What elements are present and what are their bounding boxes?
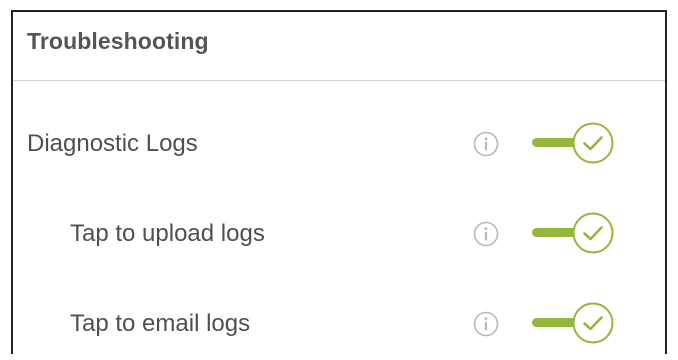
- upload-logs-toggle[interactable]: [532, 211, 616, 255]
- info-icon[interactable]: [473, 131, 499, 157]
- setting-row-diagnostic-logs: Diagnostic Logs: [13, 120, 665, 170]
- setting-row-email-logs: Tap to email logs: [13, 300, 665, 350]
- email-logs-toggle[interactable]: [532, 301, 616, 345]
- setting-label: Tap to upload logs: [70, 220, 265, 247]
- setting-label: Diagnostic Logs: [27, 130, 198, 157]
- setting-label: Tap to email logs: [70, 310, 251, 337]
- troubleshooting-panel: Troubleshooting Diagnostic Logs Tap to u…: [11, 10, 667, 354]
- section-title: Troubleshooting: [27, 28, 209, 54]
- info-icon[interactable]: [473, 221, 499, 247]
- panel-header: Troubleshooting: [13, 12, 665, 81]
- info-icon[interactable]: [473, 311, 499, 337]
- diagnostic-logs-toggle[interactable]: [532, 121, 616, 165]
- setting-row-upload-logs: Tap to upload logs: [13, 210, 665, 260]
